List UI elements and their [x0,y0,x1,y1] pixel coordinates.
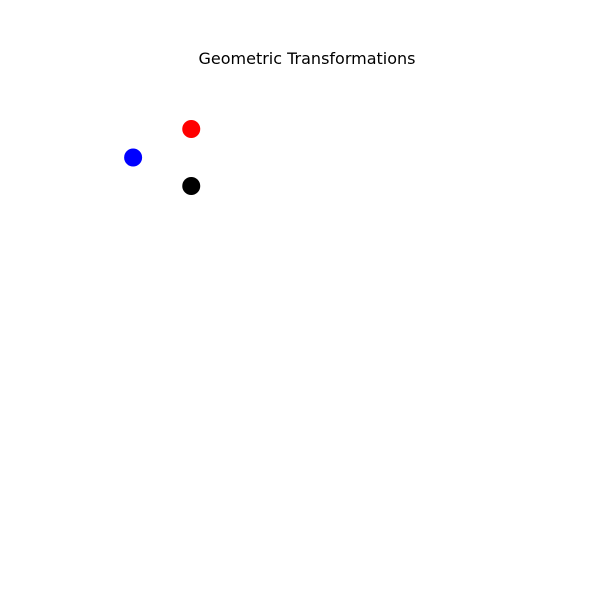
scatter-point-1 [182,120,201,138]
points-layer [124,120,201,195]
chart-container: Geometric Transformations [0,0,600,600]
scatter-point-3 [182,177,201,195]
chart-title: Geometric Transformations [198,49,415,68]
scatter-point-2 [124,148,143,167]
scatter-chart: Geometric Transformations [124,49,416,195]
